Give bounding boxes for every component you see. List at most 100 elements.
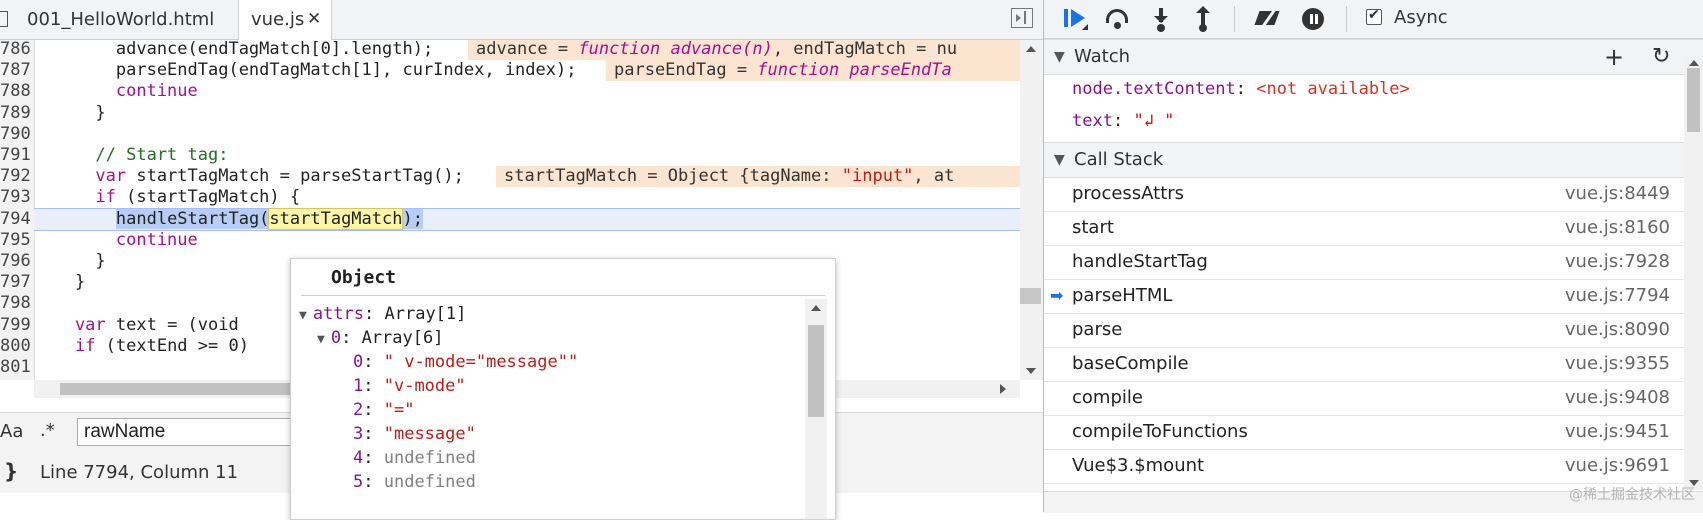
code-token: ], curIndex, index); [371,60,577,81]
close-icon[interactable]: ✕ [307,0,321,39]
code-token: startTagMatch = parseStartTag(); [126,166,464,187]
scroll-thumb[interactable] [1020,288,1041,304]
tab-vue-js[interactable]: vue.js ✕ [238,0,332,40]
toolbar-divider [1346,6,1347,32]
cursor-position: Line 7794, Column 11 [40,462,239,483]
popover-scrollbar[interactable] [805,299,827,519]
tab-hello-world[interactable]: 001_HelloWorld.html [0,0,238,39]
toolbar-divider [1234,6,1235,32]
expand-triangle-icon[interactable]: ▼ [1054,143,1065,177]
line-number[interactable]: 788 [0,80,31,103]
colon: : [363,448,384,468]
match-case-button[interactable]: Aa [0,421,23,442]
call-frame[interactable]: ➡ parseHTML vue.js:7794 [1044,279,1684,314]
line-number[interactable]: 799 [0,314,31,337]
scroll-up-icon[interactable] [1026,46,1036,52]
tab-label: 001_HelloWorld.html [27,9,215,30]
line-number[interactable]: 801 [0,356,31,379]
property-value: "=" [383,400,415,420]
watch-value: <not available> [1256,79,1410,99]
line-number[interactable]: 789 [0,102,31,125]
watch-expression[interactable]: text: "↲ " [1072,106,1174,136]
frame-location[interactable]: vue.js:8090 [1565,313,1670,347]
deactivate-breakpoints-icon[interactable] [1254,6,1282,33]
line-number[interactable]: 793 [0,186,31,209]
scroll-up-icon[interactable] [1689,60,1699,66]
line-number[interactable]: 797 [0,271,31,294]
line-number[interactable]: 786 [0,40,31,61]
call-frame[interactable]: handleStartTag vue.js:7928 [1044,245,1684,280]
pretty-print-button[interactable]: } [4,459,18,483]
property-value: Array[6] [361,328,444,348]
call-frame[interactable]: compile vue.js:9408 [1044,381,1684,416]
editor-vertical-scrollbar[interactable] [1020,40,1043,380]
expand-triangle-icon[interactable]: ▼ [317,327,325,353]
code-line: continue [34,229,1020,252]
async-checkbox[interactable] [1366,7,1382,25]
sidebar-scrollbar[interactable] [1684,56,1703,490]
line-number[interactable]: 800 [0,335,31,358]
object-popover[interactable]: Object ▼ attrs: Array[1] ▼ 0: Array[6] 0: " … [290,258,836,520]
code-token: } [34,251,106,271]
frame-location[interactable]: vue.js:9691 [1565,449,1670,483]
line-number[interactable]: 787 [0,59,31,82]
watch-section-header[interactable]: ▼ Watch + ↻ [1044,39,1703,75]
frame-location[interactable]: vue.js:9355 [1565,347,1670,381]
call-frame[interactable]: compileToFunctions vue.js:9451 [1044,415,1684,450]
line-number[interactable]: 792 [0,165,31,188]
scroll-up-icon[interactable] [811,305,821,311]
frame-location[interactable]: vue.js:7794 [1565,279,1670,313]
frame-function: compile [1072,387,1143,408]
pause-on-exceptions-icon[interactable] [1300,6,1328,32]
divider [301,295,825,296]
watch-expression[interactable]: node.textContent: <not available> [1072,74,1410,104]
call-frame[interactable]: processAttrs vue.js:8449 [1044,177,1684,212]
property-key: 1 [353,376,364,396]
frame-location[interactable]: vue.js:8160 [1565,211,1670,245]
line-number[interactable]: 790 [0,123,31,146]
inline-value: parseEndTag = function parseEndTa [606,60,1020,82]
colon: : [363,472,384,492]
code-token: if [34,335,96,356]
object-property-row[interactable]: ▼ 0: Array[6] [317,325,443,351]
expand-triangle-icon[interactable]: ▼ [299,303,307,329]
scroll-thumb[interactable] [808,325,824,417]
scroll-thumb[interactable] [1687,68,1700,132]
line-number[interactable]: 794 [0,208,31,231]
line-number[interactable]: 795 [0,229,31,252]
frame-location[interactable]: vue.js:8449 [1565,177,1670,211]
watermark: @稀土掘金技术社区 [1569,487,1695,503]
step-into-icon[interactable] [1148,6,1176,32]
frame-location[interactable]: vue.js:9451 [1565,415,1670,449]
hovered-expression[interactable]: startTagMatch [268,207,404,230]
expand-triangle-icon[interactable]: ▼ [1054,40,1065,74]
call-frame[interactable]: parse vue.js:8090 [1044,313,1684,348]
frame-location[interactable]: vue.js:9408 [1565,381,1670,415]
call-frame[interactable]: start vue.js:8160 [1044,211,1684,246]
call-frame[interactable]: baseCompile vue.js:9355 [1044,347,1684,382]
object-property-row[interactable]: ▼ attrs: Array[1] [299,301,466,327]
refresh-icon[interactable]: ↻ [1652,40,1670,74]
call-stack-section-header[interactable]: ▼ Call Stack [1044,142,1703,178]
step-out-icon[interactable] [1190,6,1218,32]
scroll-down-icon[interactable] [1026,368,1036,374]
resume-icon[interactable] [1062,6,1090,32]
line-number[interactable]: 796 [0,250,31,273]
frame-location[interactable]: vue.js:7928 [1565,245,1670,279]
section-title: Call Stack [1074,149,1164,170]
regex-button[interactable]: .* [40,420,55,441]
current-frame-arrow-icon: ➡ [1050,286,1064,305]
line-number[interactable]: 791 [0,144,31,167]
add-watch-icon[interactable]: + [1604,40,1624,74]
toggle-debugger-sidebar-icon[interactable] [1011,8,1033,28]
scroll-right-icon[interactable] [1000,384,1006,394]
navigator-icon[interactable] [0,11,8,27]
step-over-icon[interactable] [1104,6,1132,32]
line-number[interactable]: 798 [0,292,31,315]
call-frame[interactable]: Vue$3.$mount vue.js:9691 [1044,449,1684,484]
watch-value: "↲ " [1133,111,1175,131]
debugger-toolbar: Async [1044,0,1703,39]
code-token: var [34,314,106,335]
